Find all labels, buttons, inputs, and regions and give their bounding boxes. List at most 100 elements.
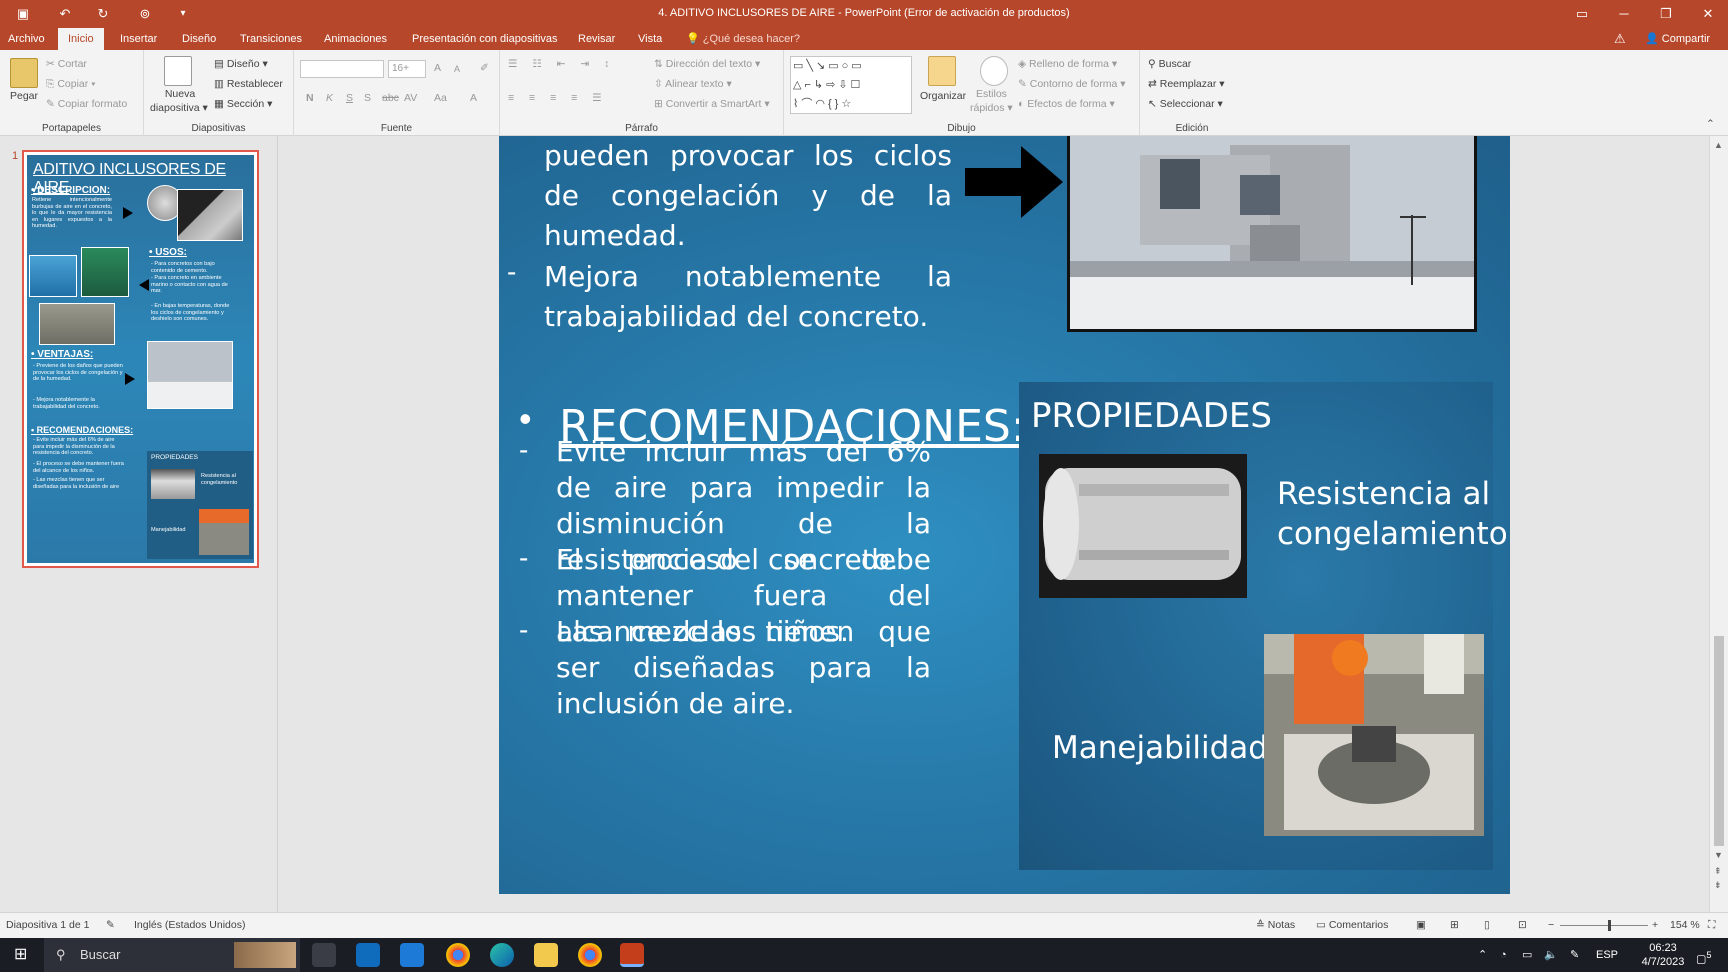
copy-button[interactable]: ⎘ Copiar ▾ — [46, 78, 96, 91]
file-explorer-icon[interactable] — [534, 943, 558, 967]
network-icon[interactable]: ◔ — [1500, 938, 1507, 972]
find-button[interactable]: ⚲ Buscar — [1148, 58, 1191, 70]
tab-presentacion[interactable]: Presentación con diapositivas — [412, 28, 558, 50]
clear-format-icon[interactable]: ✐ — [480, 62, 489, 74]
paste-button[interactable]: Pegar — [10, 90, 38, 102]
tab-archivo[interactable]: Archivo — [8, 28, 45, 50]
scroll-up-icon[interactable]: ▲ — [1714, 140, 1723, 150]
shape-effects-button[interactable]: ◐ Efectos de forma ▾ — [1018, 98, 1115, 110]
scroll-down-icon[interactable]: ▼ — [1714, 850, 1723, 860]
strikethrough-button[interactable]: abc — [382, 92, 399, 104]
language-indicator[interactable]: Inglés (Estados Unidos) — [134, 919, 245, 931]
previous-slide-icon[interactable]: ⇞ — [1714, 866, 1722, 877]
reco-item-3[interactable]: Las mezclas tienen que ser diseñadas par… — [556, 614, 931, 722]
prop-resistencia-line2[interactable]: congelamiento — [1277, 514, 1508, 554]
tab-inicio[interactable]: Inicio — [58, 28, 104, 50]
task-view-icon[interactable] — [312, 943, 336, 967]
shape-fill-button[interactable]: ◈ Relleno de forma ▾ — [1018, 58, 1117, 70]
tab-insertar[interactable]: Insertar — [120, 28, 157, 50]
ventajas-text-2[interactable]: Mejora notablemente la trabajabilidad de… — [544, 257, 952, 337]
shadow-button[interactable]: S — [364, 92, 371, 104]
shapes-gallery[interactable]: ▭╲↘▭○▭ △⌐↳⇨⇩☐ ⌇⌒◠{}☆ — [790, 56, 912, 114]
collapse-ribbon-icon[interactable]: ⌃ — [1706, 118, 1715, 130]
arrange-button[interactable]: Organizar — [920, 90, 966, 102]
tab-diseno[interactable]: Diseño — [182, 28, 216, 50]
propiedades-box[interactable]: PROPIEDADES Resistencia al congelamiento… — [1019, 382, 1508, 870]
zoom-out-icon[interactable]: − — [1548, 919, 1554, 931]
minimize-icon[interactable]: ─ — [1604, 0, 1644, 28]
italic-button[interactable]: K — [326, 92, 333, 104]
chrome-profile-icon[interactable] — [578, 943, 602, 967]
shape-outline-button[interactable]: ✎ Contorno de forma ▾ — [1018, 78, 1126, 90]
language-tray[interactable]: ESP — [1596, 938, 1618, 972]
notifications-icon[interactable]: ▢5 — [1696, 938, 1712, 972]
section-button[interactable]: ▦ Sección ▾ — [214, 98, 272, 110]
share-button[interactable]: 👤 Compartir — [1645, 28, 1710, 50]
paste-icon[interactable] — [10, 58, 38, 88]
powerpoint-icon[interactable] — [620, 943, 644, 967]
edge-icon[interactable] — [490, 943, 514, 967]
fit-slide-icon[interactable]: ⛶ — [1708, 919, 1715, 932]
next-slide-icon[interactable]: ⇟ — [1714, 880, 1722, 891]
font-color-button[interactable]: A — [470, 92, 477, 104]
prop-manejabilidad[interactable]: Manejabilidad — [1052, 728, 1268, 768]
building-photo[interactable] — [1067, 136, 1477, 332]
grow-font-button[interactable]: A — [434, 62, 441, 74]
cut-button[interactable]: ✂ Cortar — [46, 58, 87, 70]
notes-button[interactable]: ≙ Notas — [1256, 919, 1295, 931]
black-arrow-shape[interactable] — [965, 146, 1063, 218]
windows-start-icon[interactable]: ⊞ — [14, 938, 27, 972]
tab-revisar[interactable]: Revisar — [578, 28, 615, 50]
zoom-level[interactable]: 154 % — [1670, 919, 1700, 931]
propiedades-title[interactable]: PROPIEDADES — [1031, 396, 1272, 436]
new-slide-button[interactable]: diapositiva ▾ — [150, 102, 208, 114]
frozen-cylinder-photo[interactable] — [1039, 454, 1247, 598]
align-buttons[interactable]: ≡ ≡ ≡ ≡ ☰ — [508, 92, 608, 104]
new-slide-label-1[interactable]: Nueva — [154, 88, 206, 100]
tray-chevron-icon[interactable]: ⌃ — [1478, 938, 1487, 972]
slideshow-icon[interactable]: ⊡ — [1518, 919, 1527, 931]
char-spacing-button[interactable]: AV — [404, 92, 417, 104]
zoom-slider-thumb[interactable] — [1608, 920, 1611, 931]
font-name-combo[interactable] — [300, 60, 384, 78]
replace-button[interactable]: ⇄ Reemplazar ▾ — [1148, 78, 1225, 90]
shrink-font-button[interactable]: A — [454, 64, 460, 74]
close-icon[interactable]: ✕ — [1688, 0, 1728, 28]
arrange-icon[interactable] — [928, 56, 956, 86]
ribbon-display-options-icon[interactable]: ▭ — [1562, 0, 1602, 28]
volume-icon[interactable]: 🔈 — [1544, 938, 1558, 972]
workers-slump-test-photo[interactable] — [1264, 634, 1484, 836]
quick-styles-label-1[interactable]: Estilos — [976, 88, 1007, 100]
text-direction-button[interactable]: ⇅ Dirección del texto ▾ — [654, 58, 760, 70]
slide-sorter-icon[interactable]: ⊞ — [1450, 919, 1459, 931]
normal-view-icon[interactable]: ▣ — [1416, 919, 1426, 931]
slide-canvas[interactable]: pueden provocar los ciclos de congelació… — [499, 136, 1510, 894]
zoom-in-icon[interactable]: + — [1652, 919, 1658, 931]
tab-animaciones[interactable]: Animaciones — [324, 28, 387, 50]
store-icon[interactable] — [356, 943, 380, 967]
reading-view-icon[interactable]: ▯ — [1484, 919, 1490, 931]
tell-me-box[interactable]: 💡 ¿Qué desea hacer? — [686, 28, 800, 50]
vertical-scrollbar[interactable]: ▲ ▼ ⇞ ⇟ — [1709, 136, 1728, 912]
restore-icon[interactable]: ❐ — [1646, 0, 1686, 28]
tab-vista[interactable]: Vista — [638, 28, 662, 50]
new-slide-icon[interactable] — [164, 56, 192, 86]
smartart-button[interactable]: ⊞ Convertir a SmartArt ▾ — [654, 98, 770, 110]
scrollbar-thumb[interactable] — [1714, 636, 1724, 846]
select-button[interactable]: ↖ Seleccionar ▾ — [1148, 98, 1223, 110]
clock[interactable]: 06:23 4/7/2023 — [1634, 941, 1692, 969]
ventajas-text-1[interactable]: pueden provocar los ciclos de congelació… — [544, 136, 952, 256]
underline-button[interactable]: S — [346, 92, 353, 104]
pen-icon[interactable]: ✎ — [1570, 938, 1579, 972]
wifi-icon[interactable]: ▭ — [1522, 938, 1532, 972]
list-buttons[interactable]: ☰ ☷ ⇤ ⇥ ↕ — [508, 58, 615, 70]
chrome-icon[interactable] — [446, 943, 470, 967]
quick-styles-button[interactable]: rápidos ▾ — [970, 102, 1013, 114]
change-case-button[interactable]: Aa — [434, 92, 447, 104]
reset-button[interactable]: ▥ Restablecer — [214, 78, 283, 90]
comments-button[interactable]: ▭ Comentarios — [1316, 919, 1388, 931]
format-painter-button[interactable]: ✎ Copiar formato — [46, 98, 127, 110]
mail-icon[interactable] — [400, 943, 424, 967]
align-text-button[interactable]: ⇳ Alinear texto ▾ — [654, 78, 732, 90]
bold-button[interactable]: N — [306, 92, 314, 104]
